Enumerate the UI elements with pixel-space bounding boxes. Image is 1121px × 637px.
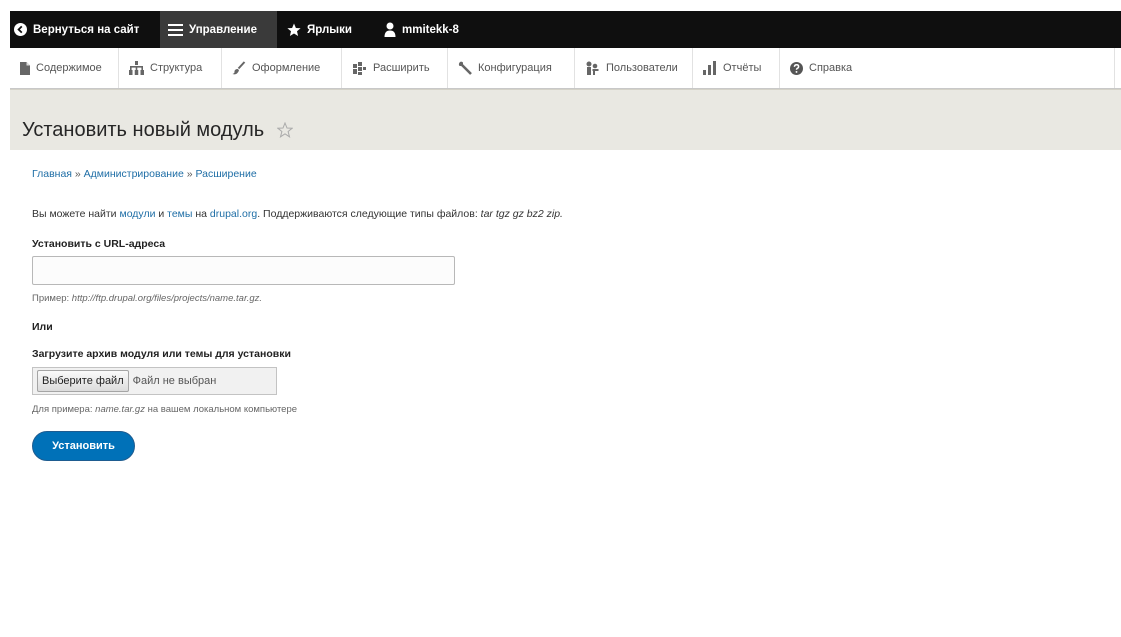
tray-item-appearance[interactable]: Оформление	[222, 48, 342, 88]
url-hint: Пример: http://ftp.drupal.org/files/proj…	[32, 293, 263, 304]
upload-hint: Для примера: name.tar.gz на вашем локаль…	[32, 404, 298, 415]
structure-icon	[129, 61, 144, 75]
admin-page: Вернуться на сайт Управление Ярлыки mmit…	[10, 11, 1121, 637]
paintbrush-icon	[232, 61, 246, 75]
upload-field-label: Загрузите архив модуля или темы для уста…	[32, 348, 291, 360]
breadcrumb-home-link[interactable]: Главная	[32, 168, 72, 180]
user-icon	[384, 22, 396, 37]
people-icon	[585, 61, 600, 75]
or-label: Или	[32, 321, 53, 333]
themes-link[interactable]: темы	[167, 208, 192, 220]
bar-chart-icon	[703, 61, 717, 75]
breadcrumb: Главная » Администрирование » Расширение	[32, 168, 257, 180]
tray-item-reports[interactable]: Отчёты	[693, 48, 780, 88]
help-icon	[790, 61, 803, 75]
tray-item-label: Оформление	[252, 62, 321, 74]
back-to-site-link[interactable]: Вернуться на сайт	[10, 11, 158, 48]
tray-item-content[interactable]: Содержимое	[10, 48, 119, 88]
choose-file-button[interactable]: Выберите файл	[37, 370, 129, 392]
user-label: mmitekk-8	[402, 23, 459, 36]
shortcuts-label: Ярлыки	[307, 23, 352, 36]
page-title: Установить новый модуль	[22, 119, 265, 141]
manage-tab[interactable]: Управление	[160, 11, 277, 48]
tray-item-structure[interactable]: Структура	[119, 48, 222, 88]
breadcrumb-admin-link[interactable]: Администрирование	[84, 168, 184, 180]
file-types: tar tgz gz bz2 zip.	[480, 208, 563, 220]
back-arrow-icon	[14, 23, 27, 36]
install-button[interactable]: Установить	[32, 431, 135, 461]
tray-item-label: Структура	[150, 62, 203, 74]
drupal-org-link[interactable]: drupal.org	[210, 208, 257, 220]
tray-item-people[interactable]: Пользователи	[575, 48, 693, 88]
tray-item-label: Расширить	[373, 62, 430, 74]
shortcuts-tab[interactable]: Ярлыки	[287, 11, 352, 48]
wrench-icon	[458, 61, 472, 75]
breadcrumb-extend-link[interactable]: Расширение	[195, 168, 256, 180]
tray-item-help[interactable]: Справка	[780, 48, 1115, 88]
tray-item-label: Пользователи	[606, 62, 678, 74]
file-upload-field: Выберите файл Файл не выбран	[32, 367, 277, 395]
user-tab[interactable]: mmitekk-8	[384, 11, 459, 48]
menu-icon	[168, 23, 183, 36]
url-field-label: Установить с URL-адреса	[32, 238, 166, 250]
tray-item-label: Конфигурация	[478, 62, 552, 74]
tray-item-label: Справка	[809, 62, 853, 74]
manage-label: Управление	[189, 23, 257, 36]
tray-item-extend[interactable]: Расширить	[342, 48, 448, 88]
tray-item-label: Содержимое	[36, 62, 102, 74]
tray-item-configuration[interactable]: Конфигурация	[448, 48, 575, 88]
file-status: Файл не выбран	[132, 375, 217, 387]
star-icon	[287, 23, 301, 37]
back-to-site-label: Вернуться на сайт	[33, 23, 140, 36]
file-icon	[20, 61, 30, 75]
modules-link[interactable]: модули	[119, 208, 155, 220]
admin-tray: Содержимое Структура Оформление Расширит…	[10, 48, 1121, 89]
admin-toolbar: Вернуться на сайт Управление Ярлыки mmit…	[10, 11, 1121, 48]
add-shortcut-star-icon[interactable]	[276, 121, 294, 143]
url-input[interactable]	[32, 256, 455, 285]
puzzle-icon	[352, 61, 367, 75]
breadcrumb-separator: »	[74, 168, 81, 180]
intro-text: Вы можете найти модули и темы на drupal.…	[32, 208, 563, 220]
tray-item-label: Отчёты	[723, 62, 762, 74]
